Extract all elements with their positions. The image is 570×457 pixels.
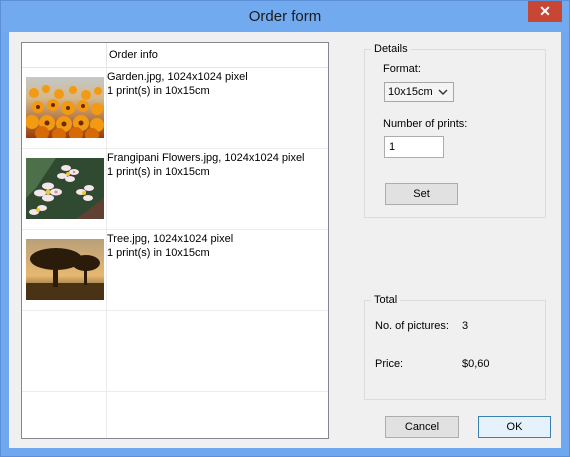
item-print-info: 1 print(s) in 10x15cm bbox=[107, 166, 210, 178]
number-of-prints-label: Number of prints: bbox=[383, 118, 468, 130]
item-info: Garden.jpg, 1024x1024 pixel 1 print(s) i… bbox=[107, 70, 248, 98]
order-info-column-header[interactable]: Order info bbox=[109, 43, 158, 67]
price-value: $0,60 bbox=[462, 358, 490, 370]
thumbnail-cell bbox=[22, 68, 107, 148]
empty-list-row bbox=[22, 311, 328, 392]
chevron-down-icon bbox=[438, 89, 448, 95]
close-icon: ✕ bbox=[539, 3, 551, 19]
garden-thumbnail bbox=[26, 77, 104, 138]
order-form-window: Order form ✕ Order info Garden.jpg, 1024… bbox=[0, 0, 570, 457]
thumbnail-cell bbox=[22, 149, 107, 229]
window-title: Order form bbox=[248, 8, 322, 25]
list-item[interactable]: Tree.jpg, 1024x1024 pixel 1 print(s) in … bbox=[22, 230, 328, 311]
number-of-pictures-value: 3 bbox=[462, 320, 469, 332]
frangipani-thumbnail bbox=[26, 158, 104, 219]
item-file-name: Frangipani Flowers.jpg, 1024x1024 pixel bbox=[107, 152, 305, 164]
cancel-button[interactable]: Cancel bbox=[385, 416, 459, 438]
format-label: Format: bbox=[383, 63, 421, 75]
number-of-prints-input-box[interactable] bbox=[384, 136, 449, 158]
title-bar[interactable]: Order form ✕ bbox=[1, 1, 569, 32]
order-list[interactable]: Order info Garden.jpg, 1024x1024 pixel 1… bbox=[21, 42, 329, 439]
list-header: Order info bbox=[22, 43, 328, 68]
tree-thumbnail bbox=[26, 239, 104, 300]
price-label: Price: bbox=[375, 358, 404, 370]
ok-button[interactable]: OK bbox=[478, 416, 551, 438]
thumbnail-cell bbox=[22, 392, 107, 438]
format-value: 10x15cm bbox=[388, 86, 433, 98]
empty-list-row bbox=[22, 392, 328, 438]
number-of-prints-input[interactable] bbox=[385, 137, 449, 157]
thumbnail-cell bbox=[22, 230, 107, 310]
set-button[interactable]: Set bbox=[385, 183, 458, 205]
window-client-area: Order info Garden.jpg, 1024x1024 pixel 1… bbox=[9, 32, 561, 448]
close-button[interactable]: ✕ bbox=[528, 1, 562, 22]
item-file-name: Garden.jpg, 1024x1024 pixel bbox=[107, 71, 248, 83]
total-legend: Total bbox=[371, 293, 401, 307]
details-legend: Details bbox=[371, 42, 411, 56]
list-item[interactable]: Garden.jpg, 1024x1024 pixel 1 print(s) i… bbox=[22, 68, 328, 149]
number-of-pictures-label: No. of pictures: bbox=[375, 320, 449, 332]
details-group: Details Format: 10x15cm Number of prints… bbox=[364, 42, 546, 218]
item-file-name: Tree.jpg, 1024x1024 pixel bbox=[107, 233, 234, 245]
thumbnail-column-header[interactable] bbox=[22, 43, 107, 67]
item-info: Frangipani Flowers.jpg, 1024x1024 pixel … bbox=[107, 151, 305, 179]
thumbnail-cell bbox=[22, 311, 107, 391]
format-dropdown[interactable]: 10x15cm bbox=[384, 82, 454, 102]
total-group: Total No. of pictures: 3 Price: $0,60 bbox=[364, 293, 546, 400]
list-item[interactable]: Frangipani Flowers.jpg, 1024x1024 pixel … bbox=[22, 149, 328, 230]
item-print-info: 1 print(s) in 10x15cm bbox=[107, 85, 210, 97]
item-print-info: 1 print(s) in 10x15cm bbox=[107, 247, 210, 259]
item-info: Tree.jpg, 1024x1024 pixel 1 print(s) in … bbox=[107, 232, 233, 260]
